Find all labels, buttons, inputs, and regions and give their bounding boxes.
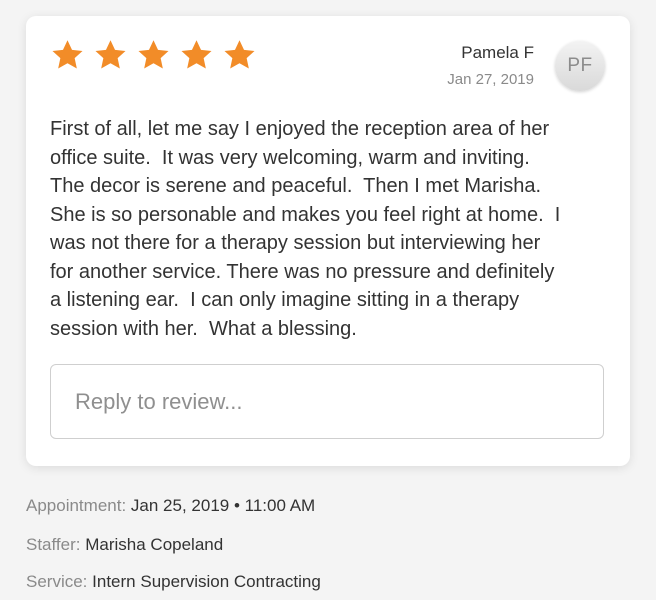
reviewer-info: Pamela F Jan 27, 2019: [447, 42, 534, 90]
review-text: First of all, let me say I enjoyed the r…: [50, 118, 561, 340]
appointment-label: Appointment:: [26, 496, 127, 515]
staffer-detail: Staffer: Marisha Copeland: [26, 534, 223, 556]
reply-input[interactable]: [50, 364, 604, 439]
reviewer-name: Pamela F: [461, 43, 534, 62]
avatar: PF: [555, 41, 605, 91]
service-detail: Service: Intern Supervision Contracting: [26, 571, 321, 593]
appointment-value: Jan 25, 2019 • 11:00 AM: [130, 496, 316, 515]
star-icon: [50, 38, 85, 73]
star-icon: [136, 38, 171, 73]
star-icon: [93, 38, 128, 73]
staffer-value: Marisha Copeland: [85, 535, 224, 554]
review-date: Jan 27, 2019: [447, 71, 534, 88]
staffer-label: Staffer:: [26, 535, 81, 554]
appointment-detail: Appointment: Jan 25, 2019 • 11:00 AM: [26, 495, 315, 517]
star-icon: [222, 38, 257, 73]
star-rating: [50, 38, 257, 73]
star-icon: [179, 38, 214, 73]
service-label: Service:: [26, 572, 88, 591]
service-value: Intern Supervision Contracting: [92, 572, 321, 591]
review-card: Pamela F Jan 27, 2019 PF First of all, l…: [26, 16, 630, 466]
